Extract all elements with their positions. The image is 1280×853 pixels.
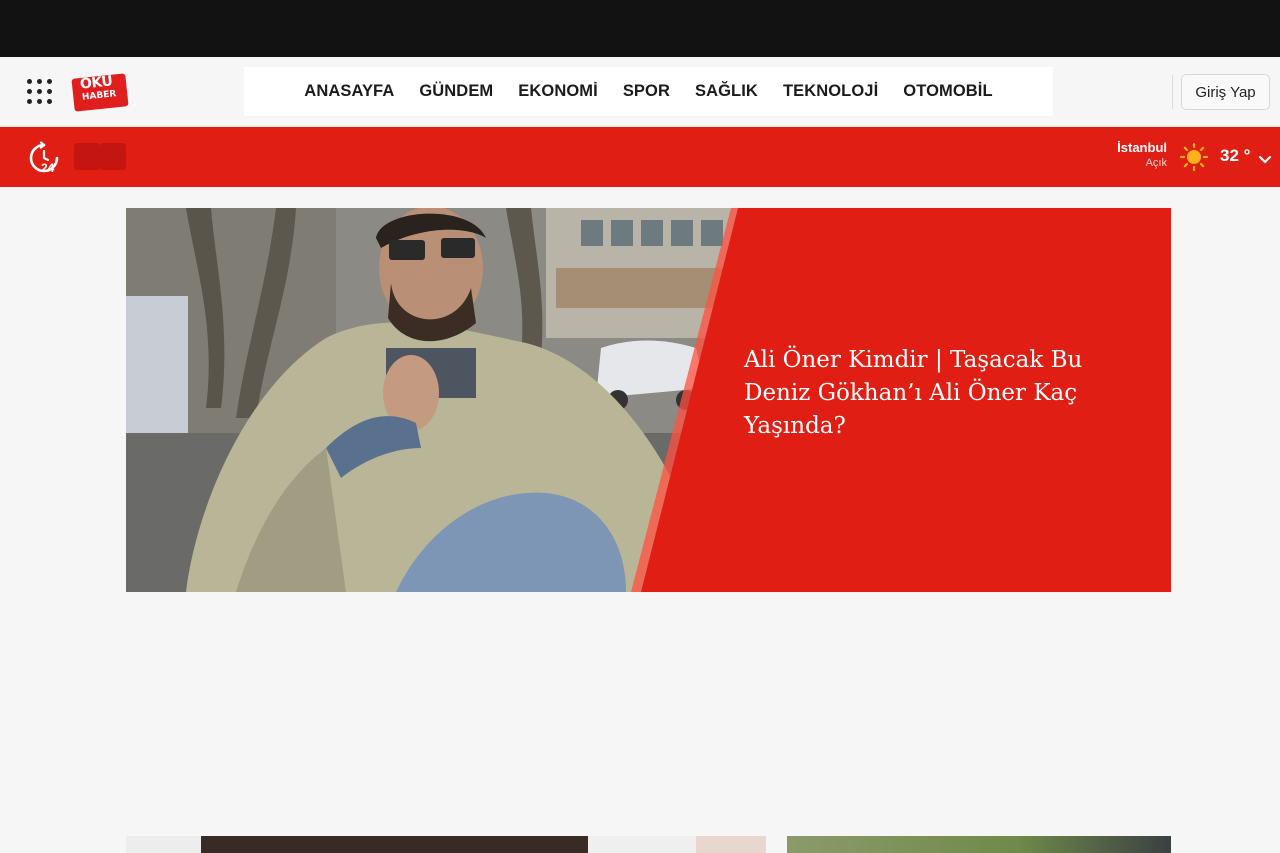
news-card-1[interactable]: [126, 836, 201, 853]
nav-item-spor[interactable]: SPOR: [623, 82, 670, 101]
news-card-5-image[interactable]: [787, 836, 1171, 853]
nav-item-gundem[interactable]: GÜNDEM: [419, 82, 493, 101]
apps-menu-icon[interactable]: [26, 78, 54, 106]
news-24-label: 24: [41, 161, 55, 175]
nav-item-ekonomi[interactable]: EKONOMİ: [518, 82, 598, 101]
news-24-icon[interactable]: 24: [27, 141, 61, 175]
news-card-4-image[interactable]: [696, 836, 766, 853]
news-card-3[interactable]: [588, 836, 696, 853]
news-card-row: [0, 836, 1280, 853]
hero-title[interactable]: Ali Öner Kimdir | Taşacak Bu Deniz Gökha…: [744, 344, 1124, 443]
weather-temperature[interactable]: 32 °: [1220, 146, 1250, 166]
nav-item-anasayfa[interactable]: ANASAYFA: [304, 82, 394, 101]
nav-item-saglik[interactable]: SAĞLIK: [695, 82, 758, 101]
hero-headline-card[interactable]: Ali Öner Kimdir | Taşacak Bu Deniz Gökha…: [126, 208, 1171, 592]
weather-condition: Açık: [1145, 157, 1167, 169]
nav-item-otomobil[interactable]: OTOMOBİL: [903, 82, 992, 101]
weather-city: İstanbul: [1117, 140, 1167, 155]
main-navigation: ANASAYFA GÜNDEM EKONOMİ SPOR SAĞLIK TEKN…: [244, 67, 1053, 116]
breaking-news-bar: 24 İstanbul Açık: [0, 127, 1280, 187]
news-card-2-image[interactable]: [201, 836, 588, 853]
site-logo[interactable]: OKU HABER: [71, 73, 129, 112]
header-divider: [1172, 75, 1173, 109]
weather-location[interactable]: İstanbul Açık: [1117, 140, 1167, 171]
top-black-bar: [0, 0, 1280, 57]
site-header: OKU HABER ANASAYFA GÜNDEM EKONOMİ SPOR S…: [0, 57, 1280, 127]
ticker-prev-button[interactable]: [74, 143, 100, 170]
ticker-next-button[interactable]: [100, 143, 126, 170]
login-button[interactable]: Giriş Yap: [1181, 74, 1270, 110]
nav-item-teknoloji[interactable]: TEKNOLOJİ: [783, 82, 878, 101]
chevron-down-icon[interactable]: [1258, 150, 1272, 169]
sun-icon: [1179, 142, 1209, 176]
